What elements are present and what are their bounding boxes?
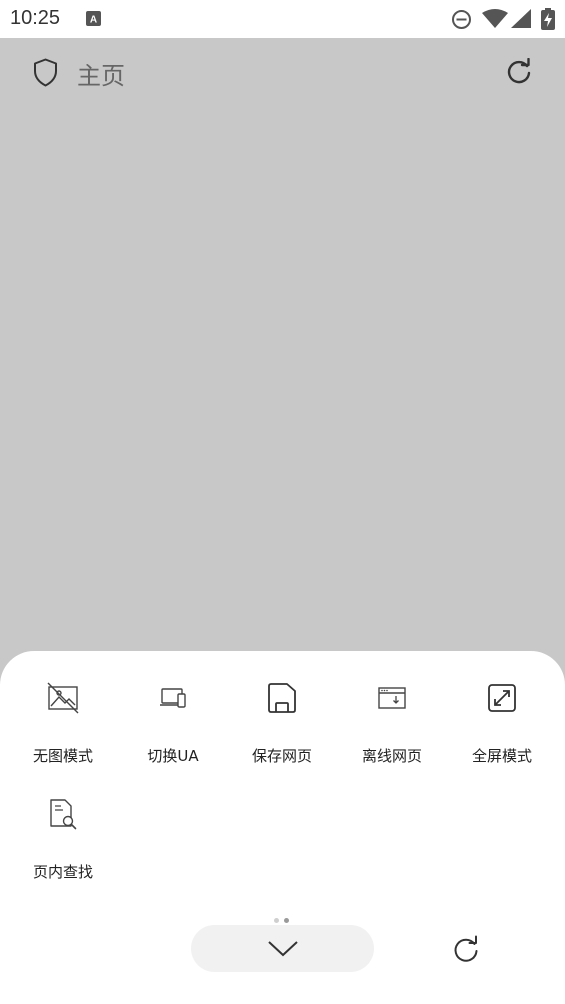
menu-item-save-page[interactable]: 保存网页 <box>227 682 337 772</box>
menu-item-find-in-page[interactable]: 页内查找 <box>8 798 118 888</box>
status-bar: 10:25 A <box>0 0 565 38</box>
fullscreen-icon <box>488 684 516 712</box>
menu-item-switch-ua[interactable]: 切换UA <box>118 682 228 772</box>
cell-signal-icon <box>511 9 531 28</box>
menu-item-label: 页内查找 <box>32 863 93 881</box>
dnd-icon <box>452 10 471 29</box>
page-dot-2 <box>284 918 289 923</box>
no-image-icon <box>47 682 79 714</box>
menu-item-label: 无图模式 <box>32 747 93 765</box>
battery-charging-icon <box>541 8 555 30</box>
collapse-menu-button[interactable] <box>191 925 374 972</box>
page-title[interactable]: 主页 <box>77 56 125 91</box>
shield-icon[interactable] <box>32 58 59 87</box>
svg-text:A: A <box>90 15 97 26</box>
menu-item-no-image[interactable]: 无图模式 <box>8 682 118 772</box>
chevron-down-icon <box>268 941 298 957</box>
save-icon <box>268 683 296 713</box>
menu-item-label: 保存网页 <box>251 747 312 765</box>
menu-item-fullscreen[interactable]: 全屏模式 <box>447 682 557 772</box>
menu-item-label: 全屏模式 <box>471 747 532 765</box>
devices-icon <box>160 688 186 708</box>
menu-item-offline-page[interactable]: 离线网页 <box>337 682 447 772</box>
offline-page-icon <box>378 687 406 709</box>
menu-item-label: 切换UA <box>147 747 199 765</box>
page-dot-1 <box>274 918 279 923</box>
status-time: 10:25 <box>10 7 61 29</box>
find-in-page-icon <box>50 799 77 830</box>
refresh-icon[interactable] <box>451 935 481 965</box>
keyboard-a-icon: A <box>86 11 101 26</box>
wifi-icon <box>482 9 508 28</box>
refresh-icon[interactable] <box>505 58 533 86</box>
menu-item-label: 离线网页 <box>361 747 422 765</box>
